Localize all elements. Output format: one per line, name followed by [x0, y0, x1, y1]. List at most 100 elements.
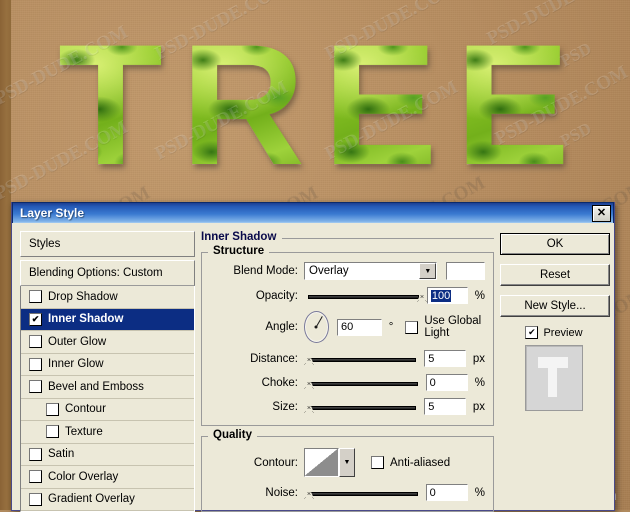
dialog-titlebar[interactable]: Layer Style ✕ — [12, 202, 614, 223]
use-global-light-label: Use Global Light — [424, 315, 482, 339]
style-row-drop-shadow[interactable]: Drop Shadow — [21, 286, 194, 309]
dialog-actions-panel: OK Reset New Style... Preview — [500, 231, 610, 503]
layer-style-dialog[interactable]: Layer Style ✕ Styles Blending Options: C… — [11, 202, 615, 512]
checkbox-texture[interactable] — [46, 425, 59, 439]
opacity-input[interactable]: 100 — [426, 287, 468, 304]
style-row-satin[interactable]: Satin — [21, 444, 194, 466]
choke-value: 0 — [429, 376, 436, 389]
noise-slider[interactable] — [304, 486, 418, 500]
distance-unit: px — [472, 352, 485, 365]
slider-track — [308, 381, 418, 386]
style-label: Bevel and Emboss — [48, 380, 144, 393]
quality-legend: Quality — [208, 429, 257, 441]
style-row-inner-glow[interactable]: Inner Glow — [21, 354, 194, 376]
style-label: Drop Shadow — [48, 290, 118, 303]
checkbox-outer-glow[interactable] — [29, 335, 42, 349]
effect-preview-thumbnail — [525, 345, 583, 411]
angle-value: 60 — [340, 321, 354, 333]
blend-mode-row: Blend Mode: Overlay ▼ — [210, 262, 485, 280]
checkbox-drop-shadow[interactable] — [29, 290, 42, 304]
angle-dial-hub — [314, 325, 318, 329]
style-label: Color Overlay — [48, 470, 119, 483]
checkbox-satin[interactable] — [29, 447, 42, 461]
structure-legend: Structure — [208, 245, 270, 257]
watermark-text: PSD-DUDE.COM — [0, 116, 132, 205]
distance-row: Distance: 5 px — [210, 350, 485, 367]
chevron-down-icon[interactable]: ▼ — [339, 448, 355, 477]
checkbox-color-overlay[interactable] — [29, 470, 42, 484]
checkbox-gradient-overlay[interactable] — [29, 492, 42, 506]
preview-toggle-row[interactable]: Preview — [500, 326, 608, 339]
angle-dial[interactable] — [304, 311, 329, 343]
use-global-light-row[interactable]: Use Global Light — [405, 315, 485, 339]
slider-track — [308, 357, 417, 362]
blend-color-swatch[interactable] — [446, 262, 485, 280]
checkbox-contour[interactable] — [46, 402, 59, 416]
style-row-bevel-and-emboss[interactable]: Bevel and Emboss — [21, 376, 194, 399]
style-label: Inner Glow — [48, 358, 104, 371]
noise-row: Noise: 0 % — [210, 484, 485, 501]
watermark-text: PSD-DUDE.COM — [483, 0, 624, 50]
styles-header-label: Styles — [29, 238, 61, 250]
dialog-body: Styles Blending Options: Custom Drop Sha… — [12, 223, 614, 512]
size-input[interactable]: 5 — [424, 398, 466, 415]
watermark-text: PSD-DUDE.COM — [321, 76, 462, 165]
style-label: Outer Glow — [48, 335, 107, 348]
preview-label: Preview — [543, 326, 583, 339]
checkbox-inner-glow[interactable] — [29, 357, 42, 371]
angle-input[interactable]: 60 — [336, 318, 382, 336]
style-row-outer-glow[interactable]: Outer Glow — [21, 331, 194, 354]
checkbox-preview[interactable] — [525, 326, 539, 339]
size-slider[interactable] — [304, 400, 417, 414]
blend-mode-value: Overlay — [309, 265, 349, 277]
quality-group: Quality Contour: ▼ Anti-aliased Noise: 0… — [201, 429, 494, 512]
style-effects-list: Drop Shadow Inner Shadow Outer Glow Inne… — [20, 286, 195, 512]
close-icon[interactable]: ✕ — [592, 204, 611, 222]
anti-aliased-row[interactable]: Anti-aliased — [371, 456, 450, 469]
style-row-gradient-overlay[interactable]: Gradient Overlay — [21, 489, 194, 511]
style-label: Texture — [65, 425, 103, 438]
distance-slider[interactable] — [304, 352, 417, 366]
styles-header[interactable]: Styles — [20, 231, 195, 257]
angle-unit: ° — [388, 321, 394, 333]
chevron-down-icon[interactable]: ▼ — [419, 263, 437, 279]
blend-mode-select[interactable]: Overlay ▼ — [304, 262, 438, 280]
size-unit: px — [472, 400, 485, 413]
style-label: Contour — [65, 403, 106, 416]
opacity-slider[interactable] — [304, 289, 427, 303]
watermark-text-short: PSD — [557, 118, 595, 151]
opacity-value: 100 — [430, 289, 452, 302]
blending-options-item[interactable]: Blending Options: Custom — [20, 260, 195, 286]
ok-button[interactable]: OK — [500, 233, 610, 255]
checkbox-bevel-and-emboss[interactable] — [29, 380, 42, 394]
new-style-button[interactable]: New Style... — [500, 295, 610, 317]
style-row-contour[interactable]: Contour — [21, 399, 194, 421]
style-row-color-overlay[interactable]: Color Overlay — [21, 466, 194, 489]
checkbox-anti-aliased[interactable] — [371, 456, 384, 469]
choke-label: Choke: — [261, 376, 298, 389]
distance-label: Distance: — [250, 352, 298, 365]
style-row-inner-shadow[interactable]: Inner Shadow — [21, 308, 194, 331]
blending-options-label: Blending Options: Custom — [29, 267, 163, 279]
watermark-text: PSD-DUDE.COM — [321, 0, 462, 65]
distance-input[interactable]: 5 — [424, 350, 466, 367]
reset-button[interactable]: Reset — [500, 264, 610, 286]
choke-slider[interactable] — [304, 376, 418, 390]
watermark-text: PSD-DUDE.COM — [151, 0, 292, 65]
dialog-title: Layer Style — [20, 206, 85, 220]
checkbox-inner-shadow[interactable] — [29, 312, 42, 326]
noise-unit: % — [474, 486, 485, 499]
noise-input[interactable]: 0 — [425, 484, 468, 501]
blend-mode-label: Blend Mode: — [233, 265, 298, 277]
watermark-text: PSD-DUDE.COM — [151, 76, 292, 165]
styles-panel: Styles Blending Options: Custom Drop Sha… — [20, 231, 195, 512]
noise-value: 0 — [429, 486, 436, 499]
anti-aliased-label: Anti-aliased — [390, 456, 451, 469]
checkbox-use-global-light[interactable] — [405, 320, 419, 334]
contour-row: Contour: ▼ Anti-aliased — [210, 448, 485, 477]
inner-shadow-settings-panel: Inner Shadow Structure Blend Mode: Overl… — [201, 231, 494, 512]
choke-input[interactable]: 0 — [425, 374, 468, 391]
style-row-texture[interactable]: Texture — [21, 421, 194, 444]
slider-track — [308, 405, 417, 410]
contour-preset-swatch[interactable] — [304, 448, 339, 477]
